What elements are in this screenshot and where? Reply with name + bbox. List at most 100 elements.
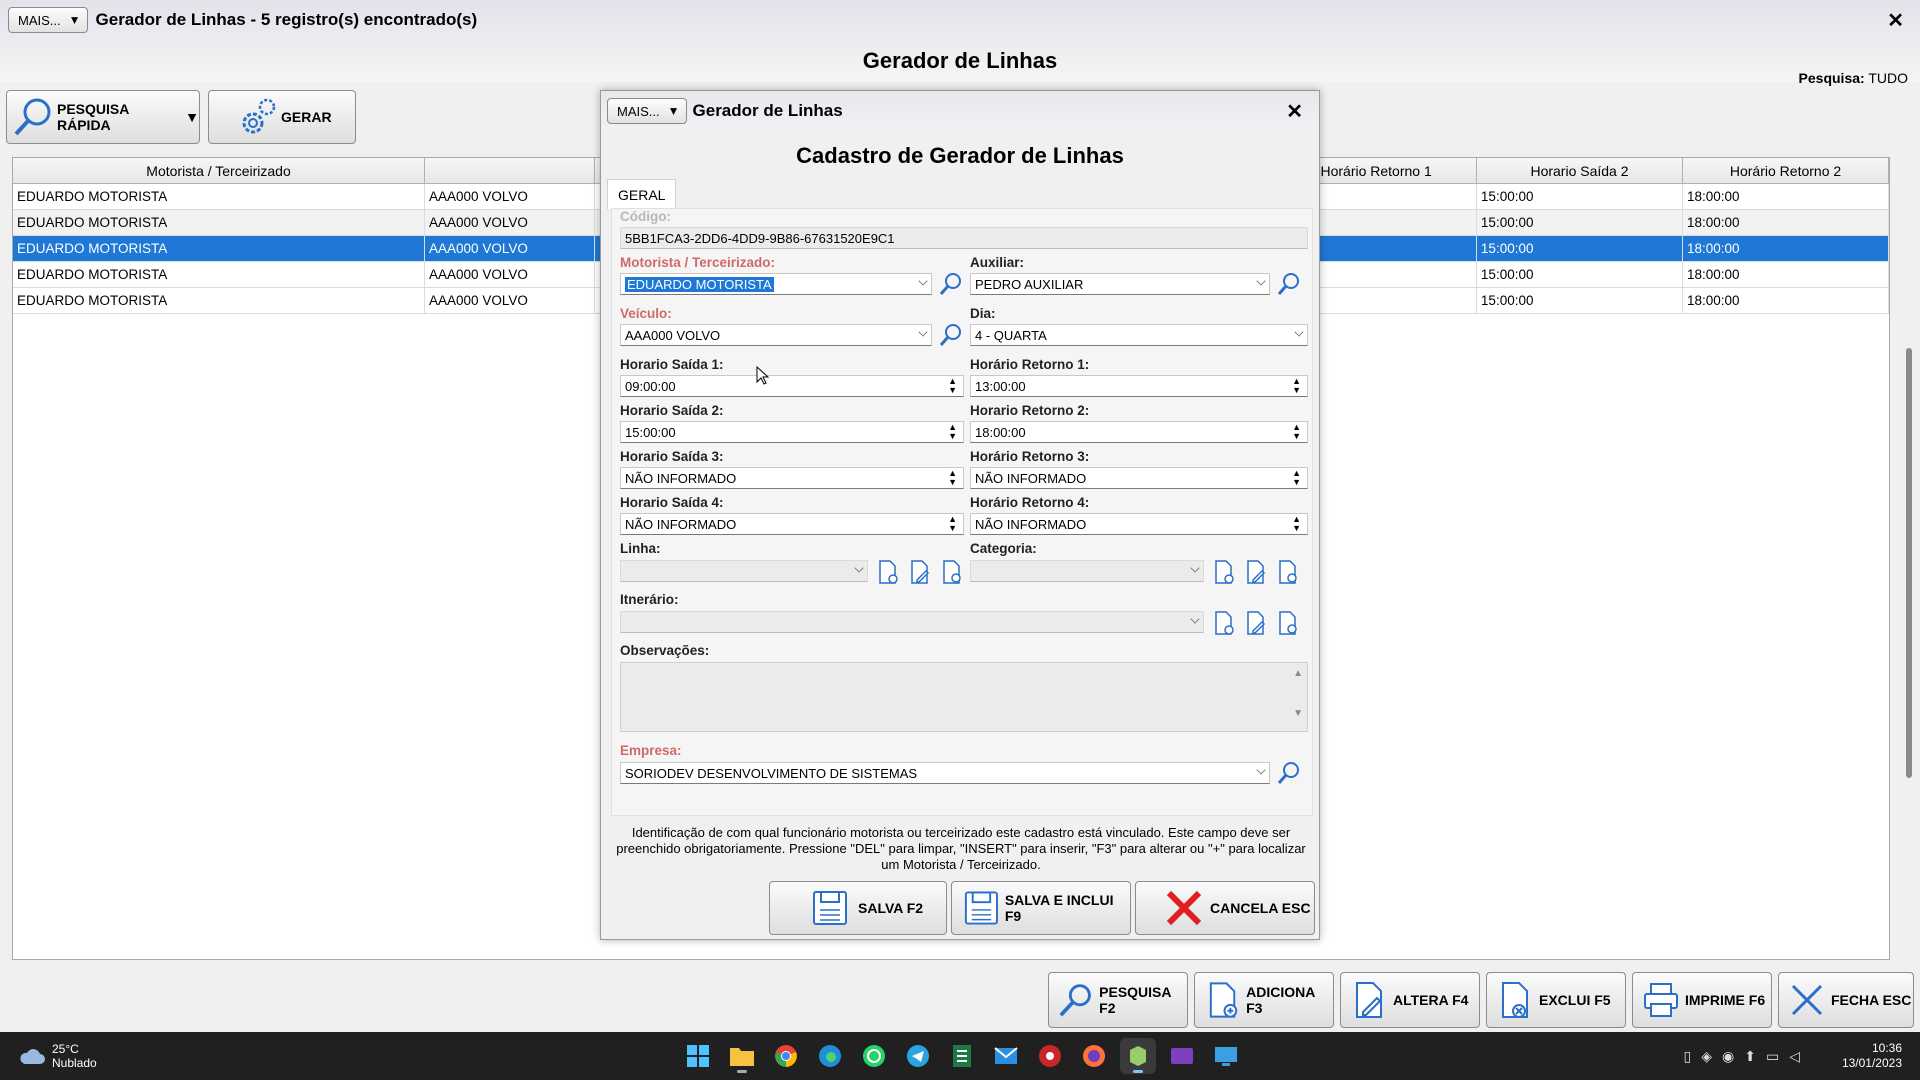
dialog-close-icon[interactable]: ✕ xyxy=(1286,99,1303,124)
add-itinerary-icon[interactable] xyxy=(1212,610,1236,636)
tab-geral[interactable]: GERAL xyxy=(607,179,677,209)
save-f2-label: SALVA F2 xyxy=(858,900,924,916)
edit-line-icon[interactable] xyxy=(908,559,932,585)
file-explorer-icon[interactable] xyxy=(724,1038,760,1074)
remote-desktop-icon[interactable] xyxy=(1208,1038,1244,1074)
cancel-esc-label: CANCELA ESC xyxy=(1210,900,1311,916)
battery-icon[interactable]: ▯ xyxy=(1684,1048,1692,1065)
ret2-time-input[interactable]: 18:00:00 ▲ ▼ xyxy=(970,421,1308,443)
close-esc-button[interactable]: FECHA ESC xyxy=(1778,972,1914,1028)
spinner-icon[interactable]: ▲ ▼ xyxy=(948,515,957,533)
dialog-heading: Cadastro de Gerador de Linhas xyxy=(796,143,1124,168)
chevron-down-icon xyxy=(1294,327,1304,337)
line-select[interactable] xyxy=(620,560,868,582)
vehicle-select[interactable]: AAA000 VOLVO xyxy=(620,324,932,346)
search-category-icon[interactable] xyxy=(1276,559,1300,585)
steam-icon[interactable]: ◉ xyxy=(1722,1048,1734,1065)
taskbar-apps xyxy=(680,1038,1244,1074)
driver-select[interactable]: EDUARDO MOTORISTA xyxy=(620,273,932,295)
volume-icon[interactable]: ◁ xyxy=(1789,1048,1800,1065)
cell-driver: EDUARDO MOTORISTA xyxy=(13,262,426,287)
firefox-icon[interactable] xyxy=(1076,1038,1112,1074)
generate-button[interactable]: GERAR xyxy=(208,90,356,144)
save-f2-button[interactable]: SALVA F2 xyxy=(769,881,947,935)
company-search-icon[interactable] xyxy=(1276,760,1302,786)
dep3-time-input[interactable]: NÃO INFORMADO ▲ ▼ xyxy=(620,467,964,489)
assistant-search-icon[interactable] xyxy=(1276,271,1302,297)
company-select[interactable]: SORIODEV DESENVOLVIMENTO DE SISTEMAS xyxy=(620,762,1270,784)
ret1-time-input[interactable]: 13:00:00 ▲ ▼ xyxy=(970,375,1308,397)
spinner-icon[interactable]: ▲ ▼ xyxy=(1292,515,1301,533)
save-and-new-button[interactable]: SALVA E INCLUI F9 xyxy=(951,881,1131,935)
mais-menu-button[interactable]: MAIS... ▼ xyxy=(8,7,88,33)
spinner-icon[interactable]: ▲ ▼ xyxy=(948,469,957,487)
column-header[interactable]: Motorista / Terceirizado xyxy=(13,158,426,183)
day-label: Dia: xyxy=(970,306,996,321)
vehicle-search-icon[interactable] xyxy=(938,322,964,348)
cell-return1 xyxy=(1318,288,1477,313)
running-indicator xyxy=(737,1070,747,1073)
vertical-scrollbar[interactable] xyxy=(1901,158,1917,961)
spinner-icon[interactable]: ▲ ▼ xyxy=(1292,423,1301,441)
column-header[interactable]: Horário Retorno 2 xyxy=(1683,158,1890,183)
search-f2-button[interactable]: PESQUISA F2 xyxy=(1048,972,1188,1028)
video-editor-icon[interactable] xyxy=(1164,1038,1200,1074)
delete-f5-button[interactable]: EXCLUI F5 xyxy=(1486,972,1626,1028)
display-icon[interactable]: ▭ xyxy=(1766,1048,1779,1065)
chrome-icon[interactable] xyxy=(768,1038,804,1074)
mail-icon[interactable] xyxy=(988,1038,1024,1074)
column-header[interactable]: Horario Saída 2 xyxy=(1477,158,1683,183)
notes-textarea[interactable]: ▲ ▼ xyxy=(620,662,1308,732)
network-icon[interactable]: ◈ xyxy=(1701,1048,1712,1065)
edge-icon[interactable] xyxy=(812,1038,848,1074)
category-select[interactable] xyxy=(970,560,1204,582)
scrollbar-thumb[interactable] xyxy=(1906,348,1912,778)
save-and-new-label: SALVA E INCLUI F9 xyxy=(1004,892,1114,924)
dep2-time-input[interactable]: 15:00:00 ▲ ▼ xyxy=(620,421,964,443)
start-icon[interactable] xyxy=(680,1038,716,1074)
edit-f4-button[interactable]: ALTERA F4 xyxy=(1340,972,1480,1028)
gerador-dialog: MAIS... ▼ Gerador de Linhas ✕ Cadastro d… xyxy=(600,90,1320,940)
whatsapp-icon[interactable] xyxy=(856,1038,892,1074)
dep1-time-input[interactable]: 09:00:00 ▲ ▼ xyxy=(620,375,964,397)
spinner-icon[interactable]: ▲ ▼ xyxy=(1292,377,1301,395)
add-category-icon[interactable] xyxy=(1212,559,1236,585)
notification-icon[interactable]: ⬆ xyxy=(1744,1048,1756,1065)
cancel-esc-button[interactable]: CANCELA ESC xyxy=(1135,881,1315,935)
print-f6-button[interactable]: IMPRIME F6 xyxy=(1632,972,1772,1028)
close-icon[interactable]: ✕ xyxy=(1887,8,1904,33)
itinerary-select[interactable] xyxy=(620,611,1204,633)
weather-widget[interactable]: 25°C Nublado xyxy=(18,1042,97,1070)
textarea-scrollbar[interactable]: ▲ ▼ xyxy=(1293,669,1303,719)
search-itinerary-icon[interactable] xyxy=(1276,610,1300,636)
spinner-icon[interactable]: ▲ ▼ xyxy=(948,377,957,395)
assistant-select[interactable]: PEDRO AUXILIAR xyxy=(970,273,1270,295)
cell-driver: EDUARDO MOTORISTA xyxy=(13,184,426,209)
spreadsheet-icon[interactable] xyxy=(944,1038,980,1074)
dialog-mais-menu-button[interactable]: MAIS... ▼ xyxy=(607,98,687,124)
add-f3-button[interactable]: ADICIONA F3 xyxy=(1194,972,1334,1028)
day-select[interactable]: 4 - QUARTA xyxy=(970,324,1308,346)
driver-label: Motorista / Terceirizado: xyxy=(620,255,776,270)
column-header[interactable] xyxy=(425,158,596,183)
dep4-time-input[interactable]: NÃO INFORMADO ▲ ▼ xyxy=(620,513,964,535)
app-red-icon[interactable] xyxy=(1032,1038,1068,1074)
search-icon xyxy=(1059,984,1091,1017)
quick-search-button[interactable]: PESQUISA RÁPIDA ▼ xyxy=(6,90,200,144)
telegram-icon[interactable] xyxy=(900,1038,936,1074)
cell-departure2: 15:00:00 xyxy=(1477,262,1683,287)
search-line-icon[interactable] xyxy=(940,559,964,585)
edit-category-icon[interactable] xyxy=(1244,559,1268,585)
driver-search-icon[interactable] xyxy=(938,271,964,297)
erp-app-icon[interactable] xyxy=(1120,1038,1156,1074)
company-label: Empresa: xyxy=(620,743,682,758)
column-header[interactable]: Horário Retorno 1 xyxy=(1318,158,1477,183)
edit-itinerary-icon[interactable] xyxy=(1244,610,1268,636)
chevron-down-icon[interactable]: ▼ xyxy=(185,109,199,125)
ret4-time-input[interactable]: NÃO INFORMADO ▲ ▼ xyxy=(970,513,1308,535)
spinner-icon[interactable]: ▲ ▼ xyxy=(948,423,957,441)
spinner-icon[interactable]: ▲ ▼ xyxy=(1292,469,1301,487)
clock[interactable]: 10:36 13/01/2023 xyxy=(1842,1041,1902,1071)
add-line-icon[interactable] xyxy=(876,559,900,585)
ret3-time-input[interactable]: NÃO INFORMADO ▲ ▼ xyxy=(970,467,1308,489)
